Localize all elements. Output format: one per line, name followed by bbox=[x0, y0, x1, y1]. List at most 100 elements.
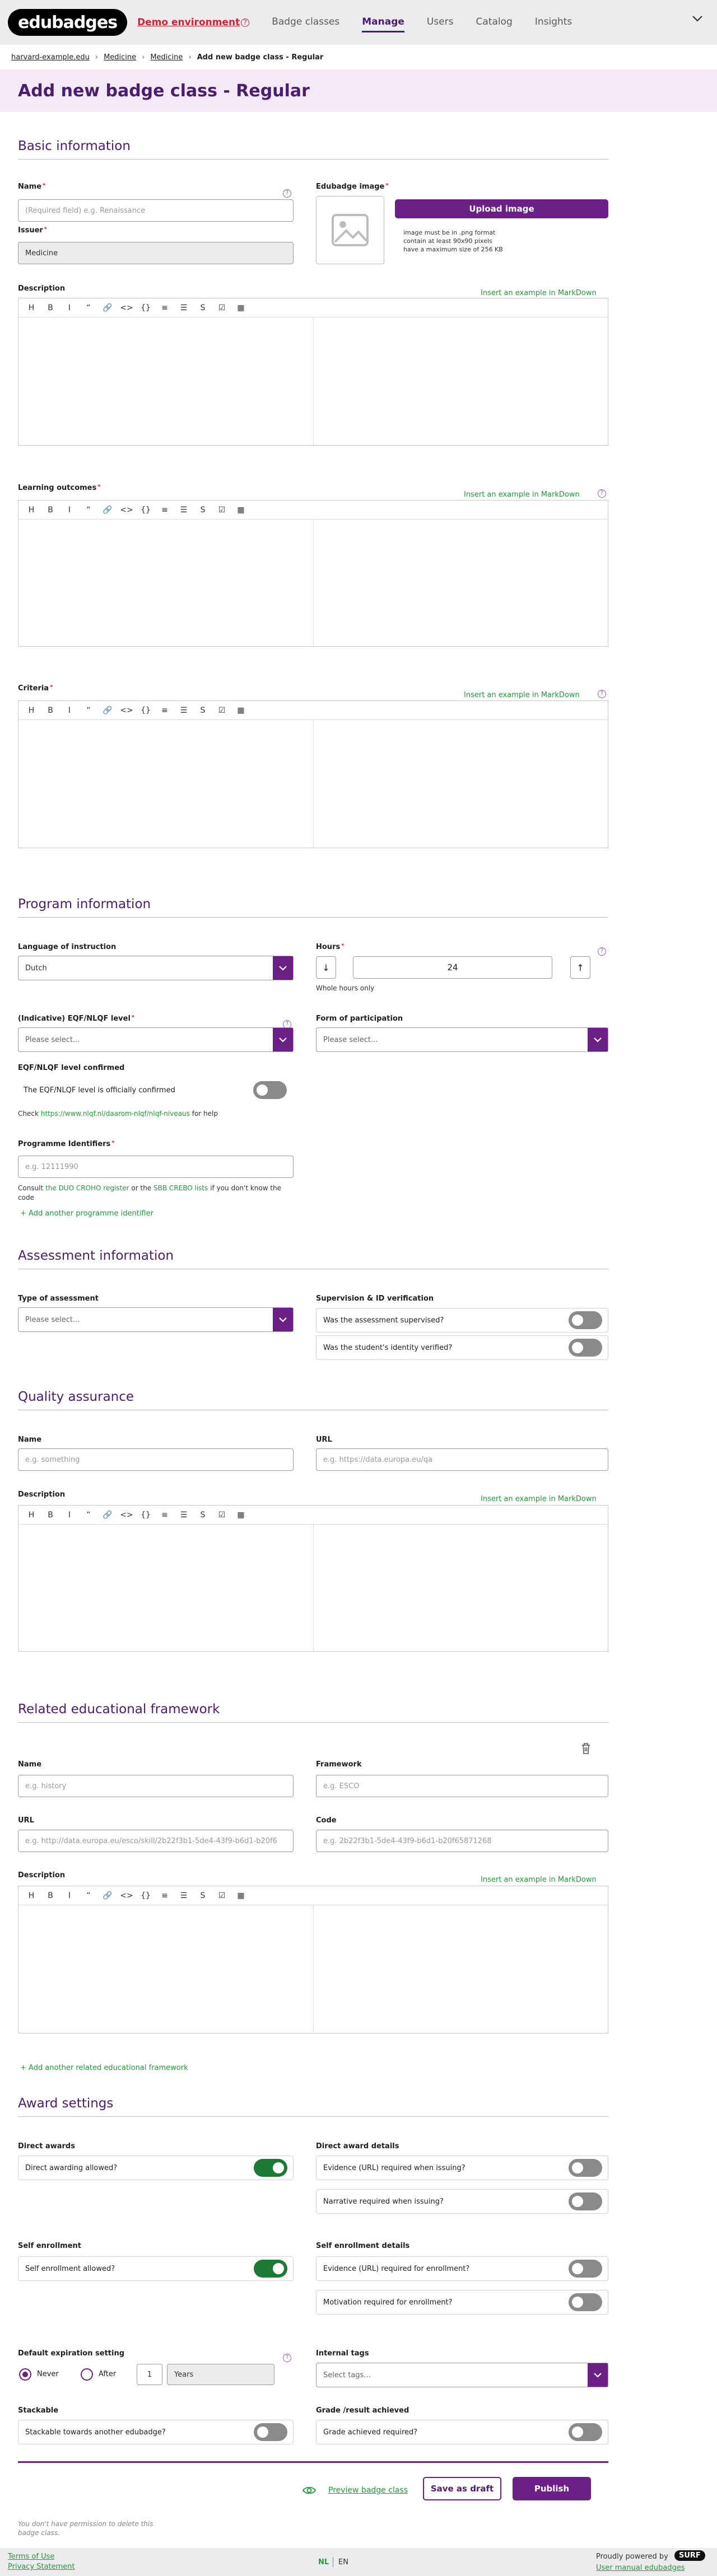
nav-catalog[interactable]: Catalog bbox=[476, 13, 513, 32]
privacy-link[interactable]: Privacy Statement bbox=[8, 2563, 75, 2571]
assessment-type-select[interactable]: Please select... bbox=[18, 1307, 294, 1332]
identity-verified-toggle[interactable] bbox=[569, 1339, 602, 1357]
toolbar-button[interactable]: ☰ bbox=[174, 1511, 193, 1520]
never-radio[interactable] bbox=[19, 2368, 31, 2381]
supervised-toggle[interactable] bbox=[569, 1311, 602, 1329]
toolbar-button[interactable]: ▦ bbox=[231, 1511, 250, 1520]
toolbar-button[interactable]: ☑ bbox=[212, 1511, 231, 1520]
framework-input[interactable]: e.g. ESCO bbox=[316, 1775, 608, 1797]
toolbar-button[interactable]: B bbox=[41, 303, 60, 312]
toolbar-button[interactable]: ▦ bbox=[231, 506, 250, 515]
toolbar-button[interactable]: S bbox=[193, 303, 212, 312]
toolbar-button[interactable]: {} bbox=[136, 706, 155, 715]
toolbar-button[interactable]: <> bbox=[117, 1511, 136, 1520]
toolbar-button[interactable]: ☑ bbox=[212, 706, 231, 715]
markdown-example-link[interactable]: Insert an example in MarkDown bbox=[464, 490, 580, 499]
toolbar-button[interactable]: 🔗 bbox=[98, 506, 117, 515]
motivation-enroll-toggle[interactable] bbox=[569, 2293, 602, 2311]
description-editor[interactable]: H B I “🔗 <>{} ≡ ☰ S ☑ ▦ bbox=[18, 298, 608, 446]
quality-url-input[interactable]: e.g. https://data.europa.eu/qa bbox=[316, 1448, 608, 1471]
toolbar-button[interactable]: S bbox=[193, 506, 212, 515]
toolbar-button[interactable]: <> bbox=[117, 1891, 136, 1900]
markdown-example-link[interactable]: Insert an example in MarkDown bbox=[481, 1876, 597, 1884]
toolbar-button[interactable]: <> bbox=[117, 506, 136, 515]
toolbar-button[interactable]: ☑ bbox=[212, 1891, 231, 1900]
framework-description-editor[interactable]: H B I “🔗 <>{} ≡ ☰ S ☑ ▦ bbox=[18, 1886, 608, 2033]
publish-button[interactable]: Publish bbox=[513, 2477, 591, 2500]
add-framework-link[interactable]: + Add another related educational framew… bbox=[20, 2064, 188, 2072]
nav-manage[interactable]: Manage bbox=[362, 13, 404, 32]
breadcrumb-issuer[interactable]: Medicine bbox=[150, 53, 183, 62]
toolbar-button[interactable]: ☑ bbox=[212, 303, 231, 312]
language-en[interactable]: EN bbox=[338, 2558, 348, 2566]
toolbar-button[interactable]: <> bbox=[117, 706, 136, 715]
toolbar-button[interactable]: H bbox=[22, 1891, 41, 1900]
question-icon[interactable]: ? bbox=[241, 18, 250, 27]
toolbar-button[interactable]: ☰ bbox=[174, 506, 193, 515]
toolbar-button[interactable]: 🔗 bbox=[98, 303, 117, 312]
framework-url-input[interactable]: e.g. http://data.europa.eu/esco/skill/2b… bbox=[18, 1830, 294, 1852]
user-manual-link[interactable]: User manual edubadges bbox=[596, 2564, 685, 2572]
toolbar-button[interactable]: B bbox=[41, 1511, 60, 1520]
chevron-down-icon[interactable] bbox=[273, 956, 293, 980]
help-icon[interactable]: ? bbox=[598, 690, 606, 698]
chevron-down-icon[interactable] bbox=[588, 1028, 608, 1051]
toolbar-button[interactable]: ▦ bbox=[231, 303, 250, 312]
duo-croho-link[interactable]: the DUO CROHO register bbox=[45, 1184, 129, 1192]
sbb-crebo-link[interactable]: SBB CREBO lists bbox=[153, 1184, 208, 1192]
terms-link[interactable]: Terms of Use bbox=[8, 2552, 54, 2561]
eye-icon[interactable] bbox=[302, 2486, 316, 2495]
markdown-example-link[interactable]: Insert an example in MarkDown bbox=[481, 1495, 597, 1503]
nav-badge-classes[interactable]: Badge classes bbox=[272, 13, 339, 32]
toolbar-button[interactable]: “ bbox=[79, 303, 98, 312]
evidence-enroll-toggle[interactable] bbox=[569, 2260, 602, 2278]
hours-input[interactable]: 24 bbox=[353, 956, 552, 979]
toolbar-button[interactable]: I bbox=[60, 1891, 79, 1900]
toolbar-button[interactable]: 🔗 bbox=[98, 1891, 117, 1900]
after-unit-select[interactable]: Years bbox=[167, 2364, 274, 2385]
toolbar-button[interactable]: “ bbox=[79, 506, 98, 515]
toolbar-button[interactable]: I bbox=[60, 1511, 79, 1520]
edubadges-logo[interactable]: edubadges bbox=[8, 9, 128, 36]
toolbar-button[interactable]: H bbox=[22, 1511, 41, 1520]
language-select[interactable]: Dutch bbox=[18, 956, 294, 980]
toolbar-button[interactable]: ≡ bbox=[155, 1891, 174, 1900]
nav-users[interactable]: Users bbox=[427, 13, 454, 32]
toolbar-button[interactable]: 🔗 bbox=[98, 1511, 117, 1520]
narrative-issue-toggle[interactable] bbox=[569, 2192, 602, 2210]
toolbar-button[interactable]: ☰ bbox=[174, 1891, 193, 1900]
form-participation-select[interactable]: Please select... bbox=[316, 1027, 608, 1052]
upload-image-button[interactable]: Upload image bbox=[395, 199, 608, 218]
chevron-down-icon[interactable] bbox=[691, 12, 704, 25]
stackable-toggle[interactable] bbox=[254, 2423, 287, 2441]
eqf-confirmed-toggle[interactable] bbox=[253, 1081, 287, 1099]
toolbar-button[interactable]: B bbox=[41, 706, 60, 715]
programme-identifier-input[interactable]: e.g. 12111990 bbox=[18, 1156, 294, 1178]
grade-toggle[interactable] bbox=[569, 2423, 602, 2441]
toolbar-button[interactable]: “ bbox=[79, 1891, 98, 1900]
help-icon[interactable]: ? bbox=[598, 947, 606, 956]
direct-awarding-toggle[interactable] bbox=[254, 2159, 287, 2177]
eqf-select[interactable]: Please select... bbox=[18, 1027, 294, 1052]
toolbar-button[interactable]: S bbox=[193, 1891, 212, 1900]
evidence-issue-toggle[interactable] bbox=[569, 2159, 602, 2177]
toolbar-button[interactable]: {} bbox=[136, 303, 155, 312]
chevron-down-icon[interactable] bbox=[588, 2363, 608, 2387]
toolbar-button[interactable]: ☑ bbox=[212, 506, 231, 515]
toolbar-button[interactable]: B bbox=[41, 1891, 60, 1900]
after-radio[interactable] bbox=[81, 2368, 93, 2381]
toolbar-button[interactable]: B bbox=[41, 506, 60, 515]
criteria-editor[interactable]: H B I “🔗 <>{} ≡ ☰ S ☑ ▦ bbox=[18, 700, 608, 848]
toolbar-button[interactable]: I bbox=[60, 506, 79, 515]
toolbar-button[interactable]: S bbox=[193, 706, 212, 715]
toolbar-button[interactable]: H bbox=[22, 303, 41, 312]
toolbar-button[interactable]: I bbox=[60, 303, 79, 312]
help-icon[interactable]: ? bbox=[598, 489, 606, 498]
image-placeholder[interactable] bbox=[316, 196, 384, 264]
toolbar-button[interactable]: H bbox=[22, 506, 41, 515]
toolbar-button[interactable]: H bbox=[22, 706, 41, 715]
toolbar-button[interactable]: “ bbox=[79, 1511, 98, 1520]
preview-badge-class-link[interactable]: Preview badge class bbox=[328, 2486, 408, 2495]
toolbar-button[interactable]: ▦ bbox=[231, 706, 250, 715]
toolbar-button[interactable]: 🔗 bbox=[98, 706, 117, 715]
